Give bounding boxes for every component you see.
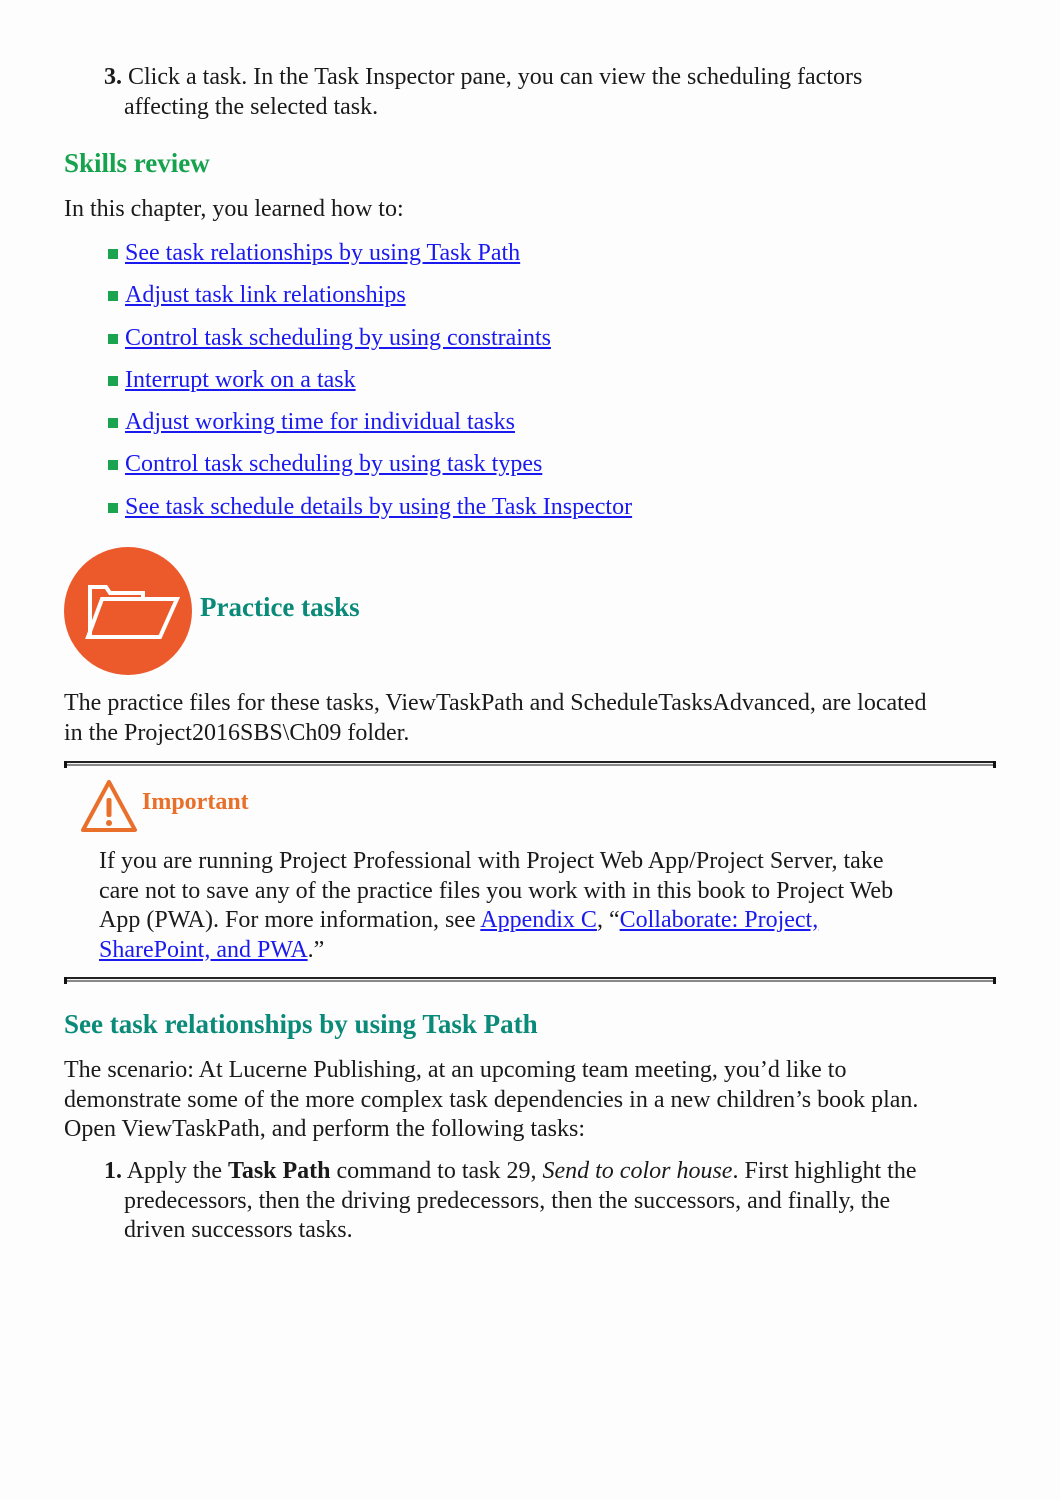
list-item: Adjust task link relationships — [108, 280, 632, 322]
skill-link[interactable]: Adjust working time for individual tasks — [125, 407, 515, 437]
step-number: 3. — [104, 64, 122, 90]
list-item: Interrupt work on a task — [108, 365, 632, 407]
step-1: 1. Apply the Task Path command to task 2… — [104, 1158, 917, 1243]
important-title: Important — [142, 789, 249, 815]
collaborate-link[interactable]: Collaborate: Project, — [620, 907, 819, 933]
list-item: Control task scheduling by using constra… — [108, 323, 632, 365]
bullet-square-icon — [108, 460, 118, 471]
skills-review-heading: Skills review — [64, 148, 210, 178]
bullet-square-icon — [108, 418, 118, 429]
document-page: 3. Click a task. In the Task Inspector p… — [0, 0, 1060, 1500]
task-name: Send to color house — [542, 1158, 733, 1184]
skill-link[interactable]: See task schedule details by using the T… — [125, 492, 632, 522]
appendix-c-link[interactable]: Appendix C — [480, 907, 597, 933]
practice-paragraph: The practice files for these tasks, View… — [64, 690, 927, 746]
bullet-square-icon — [108, 375, 118, 386]
list-item: See task schedule details by using the T… — [108, 492, 632, 534]
folder-open-icon — [64, 547, 192, 675]
list-item: Control task scheduling by using task ty… — [108, 449, 632, 491]
skill-link[interactable]: See task relationships by using Task Pat… — [125, 238, 520, 268]
command-name: Task Path — [228, 1158, 331, 1184]
skill-link[interactable]: Control task scheduling by using task ty… — [125, 449, 542, 479]
collaborate-link-continued[interactable]: SharePoint, and PWA — [99, 937, 308, 963]
skill-link[interactable]: Adjust task link relationships — [125, 280, 406, 310]
bullet-square-icon — [108, 333, 118, 344]
list-item: See task relationships by using Task Pat… — [108, 238, 632, 280]
skill-link[interactable]: Interrupt work on a task — [125, 365, 356, 395]
list-item: Adjust working time for individual tasks — [108, 407, 632, 449]
skills-list: See task relationships by using Task Pat… — [108, 238, 632, 534]
divider-top — [64, 761, 996, 768]
divider-bottom — [64, 977, 996, 984]
step-number: 1. — [104, 1158, 122, 1184]
practice-tasks-heading: Practice tasks — [200, 592, 360, 622]
bullet-square-icon — [108, 291, 118, 302]
important-body: If you are running Project Professional … — [99, 848, 894, 963]
step-3: 3. Click a task. In the Task Inspector p… — [104, 63, 862, 122]
section-heading: See task relationships by using Task Pat… — [64, 1009, 538, 1039]
skills-review-intro: In this chapter, you learned how to: — [64, 196, 404, 222]
step-text: affecting the selected task. — [124, 93, 379, 120]
bullet-square-icon — [108, 249, 118, 259]
warning-icon — [80, 778, 138, 834]
step-text: Click a task. In the Task Inspector pane… — [128, 64, 863, 90]
skill-link[interactable]: Control task scheduling by using constra… — [125, 323, 551, 353]
bullet-square-icon — [108, 502, 118, 513]
scenario-paragraph: The scenario: At Lucerne Publishing, at … — [64, 1057, 919, 1142]
